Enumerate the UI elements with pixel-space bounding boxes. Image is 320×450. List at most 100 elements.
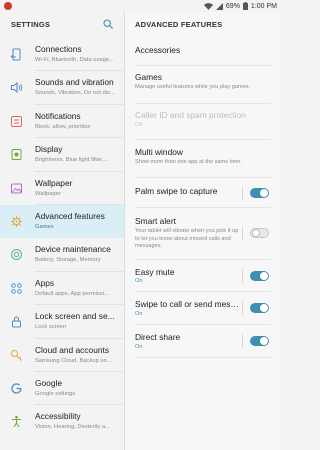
setting-status: On xyxy=(135,278,143,284)
separator-line xyxy=(242,269,243,283)
wifi-icon xyxy=(203,2,213,10)
display-icon xyxy=(10,148,23,161)
setting-easy-mute[interactable]: Easy mute On xyxy=(125,260,281,292)
sounds-icon xyxy=(10,81,23,94)
sidebar-item-wallpaper[interactable]: Wallpaper Wallpaper xyxy=(0,172,124,205)
sidebar-item-subtitle: Samsung Cloud, Backup an... xyxy=(35,357,112,364)
easy-mute-toggle[interactable] xyxy=(250,271,269,281)
separator-line xyxy=(242,334,243,348)
search-icon xyxy=(103,19,113,29)
status-indicators: 69% 1:00 PM xyxy=(203,0,277,12)
swipe-to-call-toggle[interactable] xyxy=(250,303,269,313)
toggle-knob xyxy=(260,304,268,312)
sidebar-item-subtitle: Wallpaper xyxy=(35,190,61,197)
setting-status: On xyxy=(135,344,143,350)
sidebar-item-title: Device maintenance xyxy=(35,244,111,255)
setting-title: Easy mute xyxy=(135,267,175,277)
sidebar-item-subtitle: Wi-Fi, Bluetooth, Data usage... xyxy=(35,57,114,63)
sidebar-item-subtitle: Block, allow, prioritize xyxy=(35,123,91,130)
setting-title: Multi window xyxy=(135,147,183,157)
accessibility-icon xyxy=(10,415,23,428)
settings-panel: SETTINGS Connections Wi-Fi, Bluetooth, D… xyxy=(0,12,124,450)
sidebar-item-device-maintenance[interactable]: Device maintenance Battery, Storage, Mem… xyxy=(0,238,124,272)
toggle-knob xyxy=(252,229,260,237)
google-icon xyxy=(10,382,23,395)
direct-share-toggle[interactable] xyxy=(250,336,269,346)
setting-title: Caller ID and spam protection xyxy=(135,110,246,120)
page-title: ADVANCED FEATURES xyxy=(135,20,223,29)
separator-line xyxy=(242,186,243,200)
palm-swipe-toggle[interactable] xyxy=(250,188,269,198)
battery-percent: 69% xyxy=(225,2,240,10)
sidebar-item-display[interactable]: Display Brightness, Blue light filter,..… xyxy=(0,138,124,172)
signal-icon xyxy=(215,2,223,10)
battery-icon xyxy=(242,2,248,10)
wallpaper-icon xyxy=(10,182,23,195)
status-bar: 69% 1:00 PM xyxy=(0,0,281,12)
sidebar-item-subtitle: Default apps, App permissi... xyxy=(35,290,109,297)
setting-description: Show more than one app at the same time. xyxy=(135,159,242,165)
lock-screen-icon xyxy=(10,315,23,328)
advanced-features-panel: ADVANCED FEATURES Accessories Games Mana… xyxy=(125,12,281,450)
toggle-knob xyxy=(260,272,268,280)
setting-title: Swipe to call or send mess... xyxy=(135,299,239,309)
apps-icon xyxy=(10,282,23,295)
setting-description: Manage useful features while you play ga… xyxy=(135,84,251,90)
setting-title: Smart alert xyxy=(135,216,176,226)
setting-title: Palm swipe to capture xyxy=(135,186,218,196)
sidebar-item-lock-screen[interactable]: Lock screen and se... Lock screen xyxy=(0,305,124,339)
sidebar-item-title: Sounds and vibration xyxy=(35,77,114,88)
sidebar-item-advanced-features[interactable]: Advanced features Games xyxy=(0,204,124,239)
sidebar-item-notifications[interactable]: Notifications Block, allow, prioritize xyxy=(0,105,124,139)
separator-line xyxy=(242,226,243,240)
settings-menu: Connections Wi-Fi, Bluetooth, Data usage… xyxy=(0,38,124,439)
setting-status: On xyxy=(135,311,143,317)
sidebar-item-subtitle: Vision, Hearing, Dexterity a... xyxy=(35,424,110,431)
sidebar-item-subtitle: Lock screen xyxy=(35,324,67,331)
setting-title: Direct share xyxy=(135,332,181,342)
toggle-knob xyxy=(260,337,268,345)
connections-icon xyxy=(10,48,23,61)
sidebar-item-accessibility[interactable]: Accessibility Vision, Hearing, Dexterity… xyxy=(0,405,124,438)
smart-alert-toggle[interactable] xyxy=(250,228,269,238)
toggle-knob xyxy=(260,189,268,197)
device-maintenance-icon xyxy=(10,248,23,261)
sidebar-item-title: Cloud and accounts xyxy=(35,344,110,355)
setting-accessories[interactable]: Accessories xyxy=(125,38,281,66)
sidebar-item-google[interactable]: Google Google settings xyxy=(0,372,124,406)
sidebar-item-title: Accessibility xyxy=(35,411,81,422)
sidebar-item-subtitle: Battery, Storage, Memory xyxy=(35,257,101,264)
setting-description: Your tablet will vibrate when you pick i… xyxy=(135,228,239,249)
sidebar-item-title: Advanced features xyxy=(35,210,105,221)
setting-status: Off xyxy=(135,122,143,128)
sidebar-item-title: Apps xyxy=(35,277,55,288)
sidebar-item-title: Google xyxy=(35,377,63,388)
setting-smart-alert[interactable]: Smart alert Your tablet will vibrate whe… xyxy=(125,208,281,260)
setting-caller-id-spam-protection: Caller ID and spam protection Off xyxy=(125,104,281,140)
setting-games[interactable]: Games Manage useful features while you p… xyxy=(125,66,281,104)
advanced-features-header: ADVANCED FEATURES xyxy=(125,12,281,38)
setting-palm-swipe-to-capture[interactable]: Palm swipe to capture xyxy=(125,178,281,208)
sidebar-item-title: Notifications xyxy=(35,110,81,121)
setting-title: Accessories xyxy=(135,45,181,55)
sidebar-item-connections[interactable]: Connections Wi-Fi, Bluetooth, Data usage… xyxy=(0,38,124,72)
settings-header: SETTINGS xyxy=(0,12,124,38)
advanced-features-icon xyxy=(10,215,23,228)
divider xyxy=(135,357,271,358)
sidebar-item-subtitle: Sounds, Vibration, Do not dis... xyxy=(35,90,115,97)
sidebar-item-title: Lock screen and se... xyxy=(35,311,115,322)
setting-title: Games xyxy=(135,72,162,82)
separator-line xyxy=(242,301,243,315)
sidebar-item-title: Connections xyxy=(35,44,82,54)
notification-dot-icon xyxy=(4,2,12,10)
settings-title: SETTINGS xyxy=(11,20,51,29)
setting-multi-window[interactable]: Multi window Show more than one app at t… xyxy=(125,140,281,178)
search-button[interactable] xyxy=(101,17,115,31)
setting-direct-share[interactable]: Direct share On xyxy=(125,325,281,358)
sidebar-item-apps[interactable]: Apps Default apps, App permissi... xyxy=(0,272,124,306)
sidebar-item-cloud-accounts[interactable]: Cloud and accounts Samsung Cloud, Backup… xyxy=(0,339,124,372)
cloud-accounts-icon xyxy=(10,349,23,362)
sidebar-item-sounds[interactable]: Sounds and vibration Sounds, Vibration, … xyxy=(0,71,124,105)
setting-swipe-to-call-or-send-messages[interactable]: Swipe to call or send mess... On xyxy=(125,292,281,325)
sidebar-item-subtitle: Games xyxy=(35,223,54,230)
